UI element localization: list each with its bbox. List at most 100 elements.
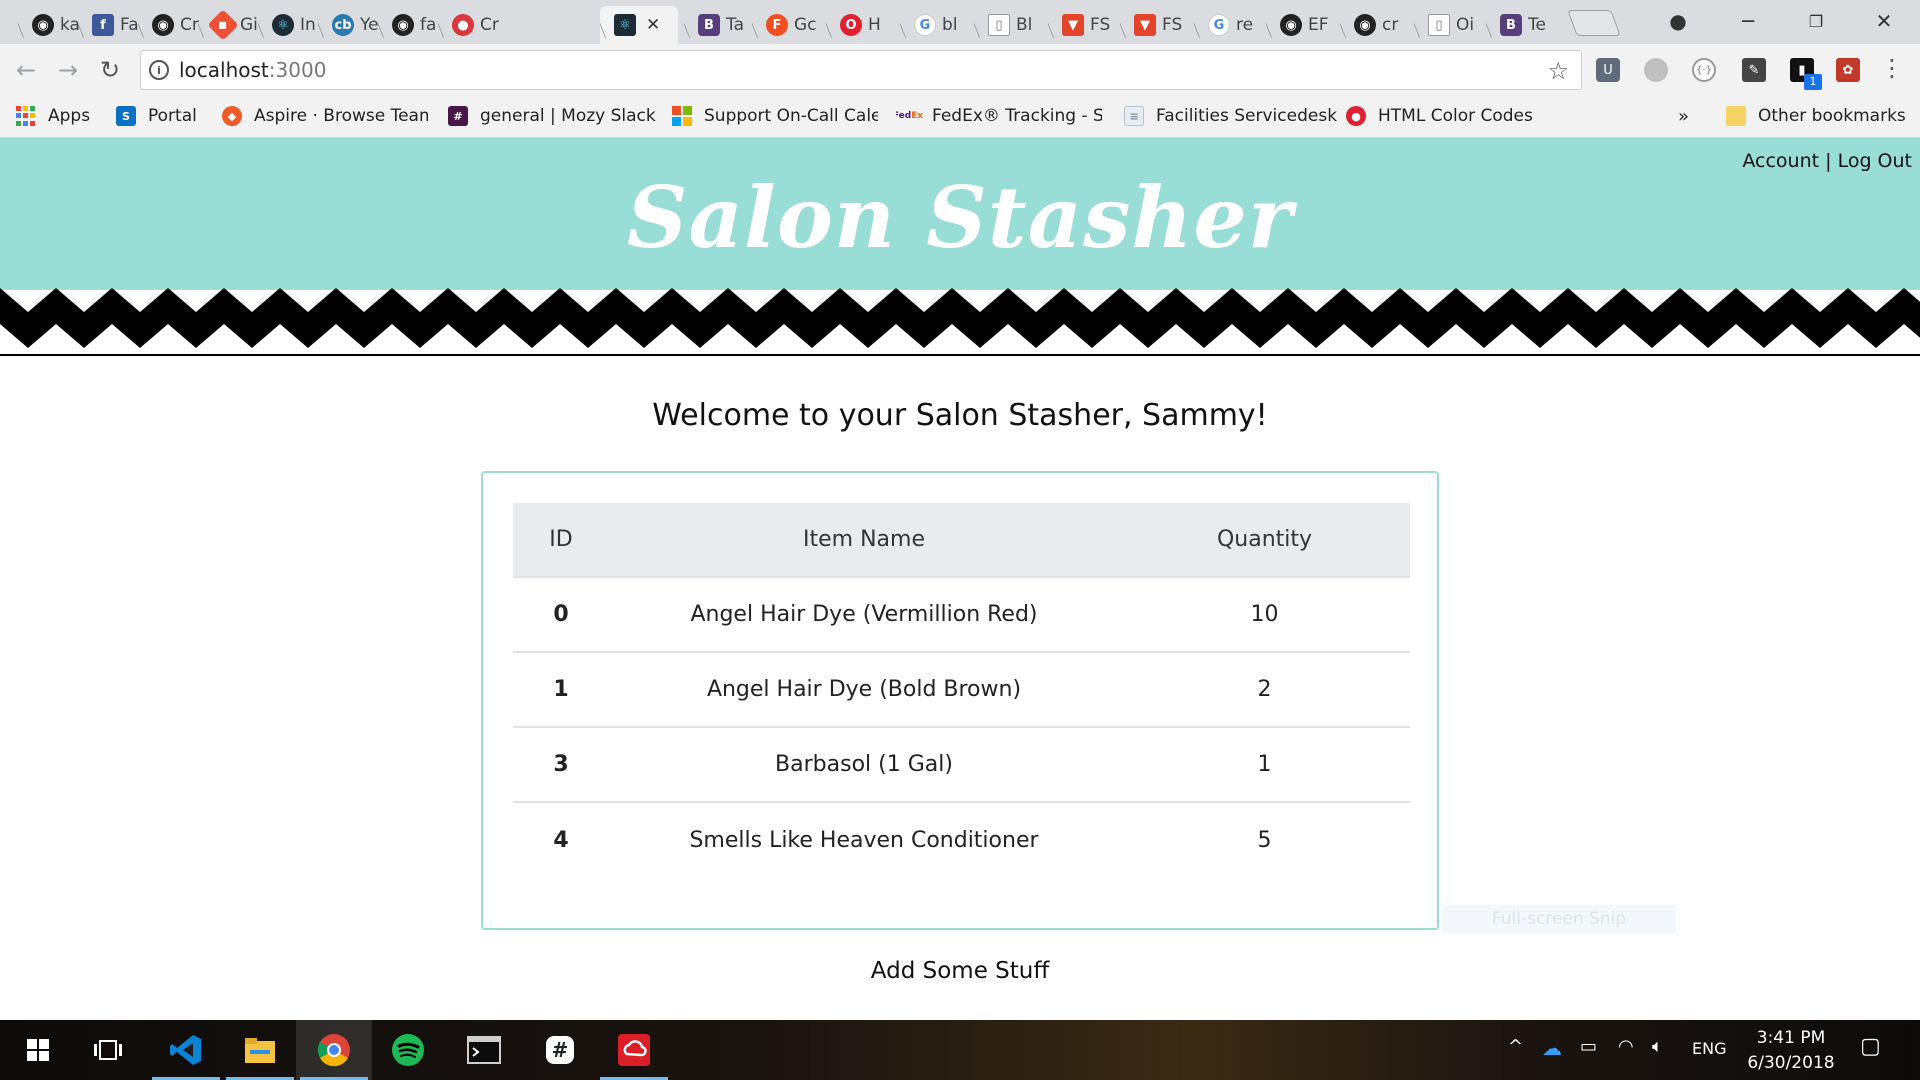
- welcome-heading: Welcome to your Salon Stasher, Sammy!: [652, 398, 1268, 433]
- volume-icon[interactable]: 🔈︎: [1652, 1036, 1663, 1057]
- browser-tab[interactable]: ▯ Oi: [1414, 6, 1488, 44]
- table-row: 0 Angel Hair Dye (Vermillion Red) 10: [513, 577, 1410, 653]
- facebook-icon: f: [92, 14, 114, 36]
- browser-tab[interactable]: B Te: [1486, 6, 1560, 44]
- cell-id: 0: [513, 577, 609, 653]
- bookmarks-bar: Apps S Portal ◆ Aspire · Browse Team # gene…: [0, 96, 1920, 138]
- red-extension-icon[interactable]: ✿: [1836, 58, 1860, 82]
- cell-item-name: Angel Hair Dye (Bold Brown): [609, 652, 1119, 728]
- browser-menu-icon[interactable]: ⋮: [1880, 54, 1904, 82]
- f-icon: F: [766, 14, 788, 36]
- bookmark-aspire[interactable]: ◆ Aspire · Browse Team: [222, 106, 428, 126]
- colorcodes-icon: ●: [1346, 106, 1366, 126]
- browser-tab[interactable]: Gbl: [900, 6, 974, 44]
- table-header-row: ID Item Name Quantity: [513, 503, 1410, 578]
- chrome-icon[interactable]: [296, 1020, 372, 1080]
- language-indicator[interactable]: ENG: [1692, 1039, 1726, 1058]
- svg-text:#: #: [552, 1038, 569, 1062]
- new-tab-button[interactable]: [1567, 10, 1621, 36]
- browser-tab[interactable]: Gre: [1194, 6, 1268, 44]
- github-icon: ◉: [152, 14, 174, 36]
- terminal-icon[interactable]: [446, 1020, 522, 1080]
- back-icon[interactable]: ←: [10, 54, 42, 86]
- bookmark-html-color-codes[interactable]: ● HTML Color Codes: [1346, 106, 1533, 126]
- browser-tab-active[interactable]: ⚛ ✕: [600, 6, 678, 44]
- browser-toolbar: ← → ↻ i localhost:3000 ☆ U {·} ✎ ▮ 1 ✿ ⋮: [0, 44, 1920, 96]
- action-center-icon[interactable]: ▢: [1860, 1034, 1881, 1059]
- battery-icon[interactable]: ▭: [1580, 1036, 1597, 1057]
- add-some-stuff-link[interactable]: Add Some Stuff: [0, 958, 1920, 984]
- tray-overflow-icon[interactable]: ^: [1508, 1036, 1523, 1057]
- code-extension-icon[interactable]: {·}: [1692, 58, 1716, 82]
- site-info-icon[interactable]: i: [149, 60, 169, 80]
- slack-icon[interactable]: #: [522, 1020, 598, 1080]
- minimize-icon[interactable]: ─: [1724, 6, 1772, 36]
- other-bookmarks[interactable]: Other bookmarks: [1726, 106, 1906, 126]
- browser-tab[interactable]: B Ta: [684, 6, 758, 44]
- bookmark-support-oncall[interactable]: Support On-Call Cale: [672, 106, 878, 126]
- reload-icon[interactable]: ↻: [94, 54, 126, 86]
- forward-icon[interactable]: →: [52, 54, 84, 86]
- github-icon: ◉: [1354, 14, 1376, 36]
- vscode-icon[interactable]: [148, 1020, 224, 1080]
- react-icon: ⚛: [614, 14, 636, 36]
- tomato-icon: ●: [452, 14, 474, 36]
- folder-icon: [1726, 106, 1746, 126]
- stash-table: ID Item Name Quantity 0 Angel Hair Dye (…: [513, 503, 1410, 877]
- bookmark-portal[interactable]: S Portal: [116, 106, 197, 126]
- task-view-icon[interactable]: [70, 1020, 146, 1080]
- aspire-icon: ◆: [222, 106, 242, 126]
- bookmark-slack[interactable]: # general | Mozy Slack: [448, 106, 656, 126]
- bookmark-star-icon[interactable]: ☆: [1547, 57, 1569, 85]
- gitlab-icon: ▼: [1062, 14, 1084, 36]
- browser-tab[interactable]: ▼ FS: [1120, 6, 1194, 44]
- spotify-icon[interactable]: [370, 1020, 446, 1080]
- site-header: Account | Log Out Salon Stasher: [0, 138, 1920, 290]
- browser-tab[interactable]: ▼ FS: [1048, 6, 1122, 44]
- github-icon: ◉: [392, 14, 414, 36]
- browser-tab-strip: ◉ ka f Fa ◉ Cr ◆ Gi ⚛ In cb Ye ◉ fa ● Cr ⚛ ✕ B Ta …: [0, 0, 1920, 44]
- address-bar[interactable]: i localhost:3000 ☆: [140, 50, 1582, 90]
- microsoft-icon: [672, 106, 692, 126]
- sharepoint-icon: S: [116, 106, 136, 126]
- clock-time: 3:41 PM: [1756, 1028, 1826, 1048]
- cell-item-name: Barbasol (1 Gal): [609, 727, 1119, 803]
- github-icon: ◉: [32, 14, 54, 36]
- restore-icon[interactable]: ❐: [1792, 6, 1840, 36]
- bookmarks-overflow-icon[interactable]: »: [1678, 106, 1689, 127]
- eyedropper-icon[interactable]: ✎: [1742, 58, 1766, 82]
- google-icon: G: [914, 14, 936, 36]
- browser-tab[interactable]: ◉ cr: [1340, 6, 1414, 44]
- snip-overlay: Full-screen Snip: [1442, 905, 1676, 933]
- cell-id: 4: [553, 827, 569, 853]
- ublock-icon[interactable]: U: [1596, 58, 1620, 82]
- bookmark-facilities[interactable]: ≡ Facilities Servicedesk: [1124, 106, 1337, 126]
- browser-tab[interactable]: F Gc: [752, 6, 826, 44]
- gitlab-icon: ▼: [1134, 14, 1156, 36]
- bookmark-fedex[interactable]: FedExFedEx® Tracking - Si: [896, 106, 1102, 126]
- browser-tab[interactable]: ▯ Bl: [974, 6, 1048, 44]
- extension-circle-icon[interactable]: [1644, 58, 1668, 82]
- profile-icon[interactable]: ●: [1654, 6, 1702, 36]
- onedrive-icon[interactable]: ☁: [1542, 1036, 1562, 1060]
- cell-quantity: 10: [1119, 577, 1410, 653]
- creative-cloud-icon[interactable]: [596, 1020, 672, 1080]
- chevron-banner: [0, 288, 1920, 356]
- browser-tab[interactable]: OH: [826, 6, 900, 44]
- clock-date: 6/30/2018: [1747, 1053, 1835, 1073]
- windows-start-icon[interactable]: [0, 1020, 76, 1080]
- bootstrap-icon: B: [1500, 14, 1522, 36]
- browser-tab[interactable]: ◉ EF: [1266, 6, 1340, 44]
- wifi-icon[interactable]: ◠: [1618, 1036, 1634, 1057]
- document-icon: ≡: [1124, 106, 1144, 126]
- cell-item-name: Angel Hair Dye (Vermillion Red): [609, 577, 1119, 653]
- close-tab-icon[interactable]: ✕: [646, 15, 660, 35]
- taskbar-clock[interactable]: 3:41 PM 6/30/2018: [1736, 1026, 1846, 1076]
- bookmark-apps[interactable]: Apps: [16, 106, 90, 126]
- address-url: localhost:3000: [179, 58, 327, 82]
- file-explorer-icon[interactable]: [222, 1020, 298, 1080]
- apps-grid-icon: [16, 106, 36, 126]
- close-window-icon[interactable]: ✕: [1860, 6, 1908, 36]
- table-row: 4 Smells Like Heaven Conditioner 5: [513, 802, 1410, 877]
- browser-tab[interactable]: ● Cr: [438, 6, 512, 44]
